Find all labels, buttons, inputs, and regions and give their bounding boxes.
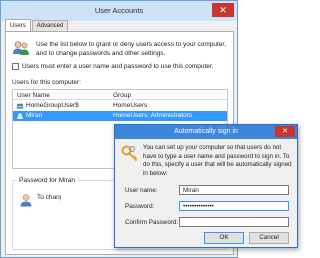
- auto-sign-in-close-button[interactable]: ✕: [275, 126, 295, 137]
- table-row-selected[interactable]: Miran HomeUsers; Administrators: [13, 111, 227, 121]
- password-field[interactable]: [179, 201, 289, 211]
- auto-sign-in-title: Automatically sign in: [174, 128, 238, 135]
- user-accounts-titlebar[interactable]: User Accounts ✕: [1, 1, 237, 21]
- user-accounts-close-button[interactable]: ✕: [212, 3, 234, 17]
- user-accounts-title: User Accounts: [94, 6, 144, 15]
- ok-button[interactable]: OK: [204, 232, 244, 244]
- must-enter-password-checkbox[interactable]: [12, 63, 19, 70]
- user-name-field[interactable]: [179, 185, 289, 195]
- confirm-password-label: Confirm Password:: [125, 219, 179, 226]
- users-list-label: Users for this computer:: [12, 79, 81, 86]
- user-group-cell: HomeUsers; Administrators: [113, 112, 193, 119]
- tab-advanced[interactable]: Advanced: [31, 20, 69, 31]
- user-icon: [16, 103, 24, 109]
- user-name-label: User name:: [125, 187, 158, 194]
- users-table-header: User Name Group: [13, 90, 227, 100]
- users-icon: [13, 41, 29, 55]
- auto-sign-in-titlebar[interactable]: Automatically sign in ✕: [115, 125, 297, 139]
- user-group-cell: HomeUsers: [113, 102, 148, 109]
- user-password-icon: [20, 194, 32, 207]
- cancel-button[interactable]: Cancel: [249, 232, 289, 244]
- column-group[interactable]: Group: [113, 92, 131, 99]
- password-label: Password:: [125, 203, 155, 210]
- table-row[interactable]: HomeGroupUser$ HomeUsers: [13, 101, 227, 111]
- user-name-cell: HomeGroupUser$: [26, 102, 79, 109]
- must-enter-password-checkbox-row[interactable]: Users must enter a user name and passwor…: [12, 62, 213, 71]
- keys-icon: [121, 145, 138, 162]
- users-intro-text: Use the list below to grant or deny user…: [36, 41, 227, 57]
- user-icon: [17, 113, 23, 119]
- change-password-text: To change: [37, 194, 61, 201]
- auto-sign-in-description: You can set up your computer so that use…: [143, 144, 292, 177]
- column-user-name[interactable]: User Name: [17, 92, 50, 99]
- user-accounts-tabs: Users Advanced: [5, 19, 69, 31]
- tab-users[interactable]: Users: [5, 19, 31, 31]
- auto-sign-in-dialog: Automatically sign in ✕ You can set up y…: [114, 124, 298, 248]
- password-group-label: Password for Miran: [17, 177, 77, 184]
- confirm-password-field[interactable]: [179, 217, 289, 227]
- must-enter-password-label: Users must enter a user name and passwor…: [22, 63, 214, 70]
- user-name-cell: Miran: [26, 112, 43, 119]
